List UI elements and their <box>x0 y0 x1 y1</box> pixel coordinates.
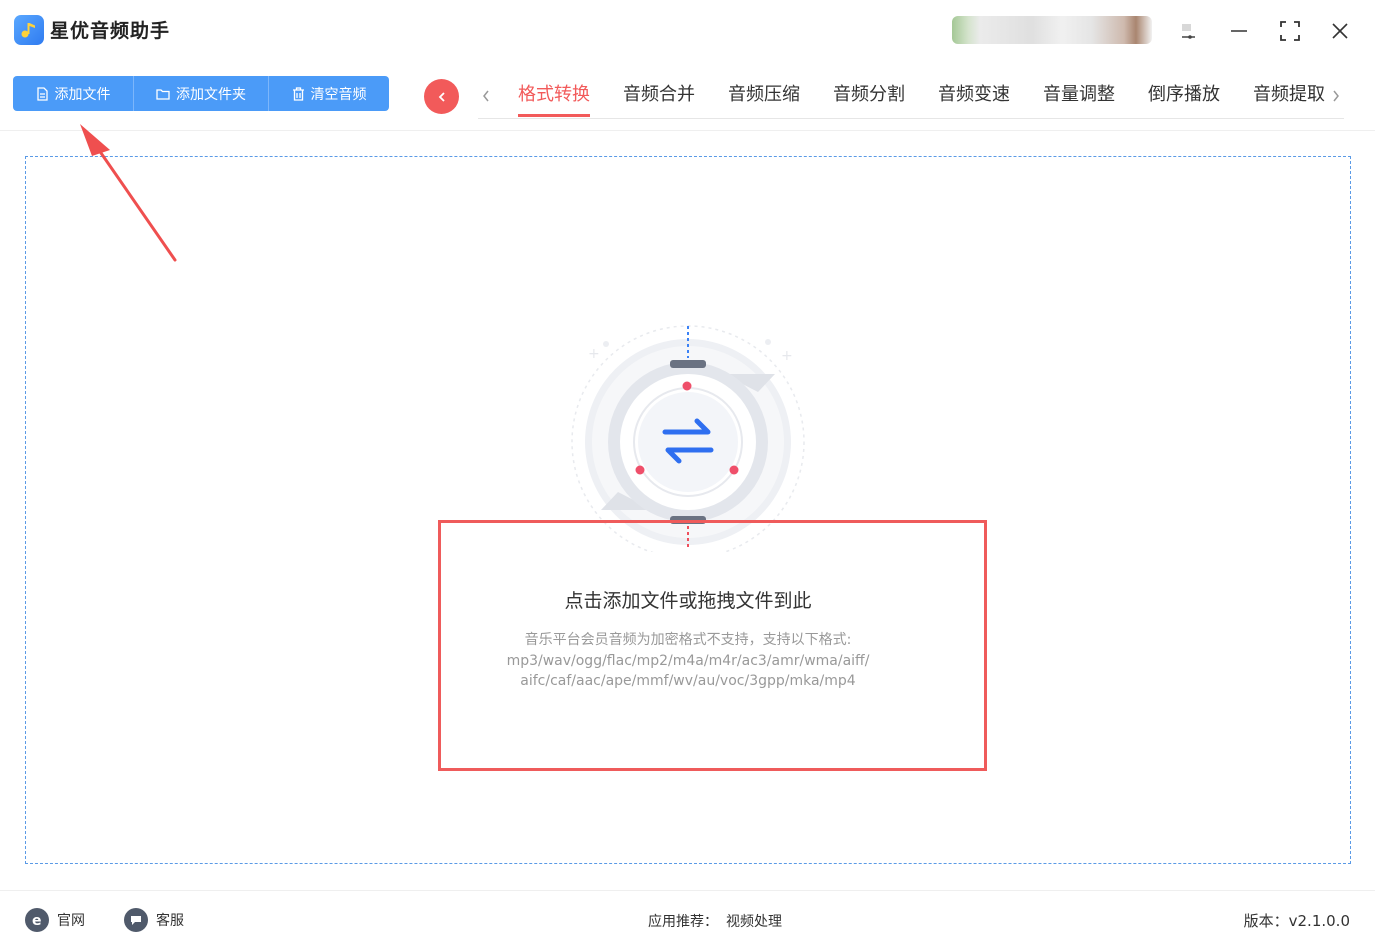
maximize-button[interactable] <box>1273 14 1307 48</box>
add-folder-label: 添加文件夹 <box>176 86 246 103</box>
tab-audio-speed[interactable]: 音频变速 <box>920 80 1025 118</box>
toolbar-divider <box>0 130 1375 131</box>
chat-bubble-icon <box>124 908 148 932</box>
official-website-label: 官网 <box>57 913 85 929</box>
tabs-divider <box>478 118 1344 119</box>
add-folder-button[interactable]: 添加文件夹 <box>133 76 268 111</box>
convert-illustration: + + <box>568 322 808 559</box>
add-file-label: 添加文件 <box>54 86 111 103</box>
tab-volume-adjust[interactable]: 音量调整 <box>1025 80 1130 118</box>
supported-formats-text: 音乐平台会员音频为加密格式不支持，支持以下格式: mp3/wav/ogg/fla… <box>438 630 938 692</box>
app-recommendation: 应用推荐： 视频处理 <box>648 911 782 931</box>
clear-audio-button[interactable]: 清空音频 <box>268 76 389 111</box>
svg-text:+: + <box>588 346 600 362</box>
dropzone-title: 点击添加文件或拖拽文件到此 <box>564 590 812 612</box>
folder-icon <box>156 88 170 100</box>
tab-format-convert[interactable]: 格式转换 <box>500 80 605 118</box>
tab-audio-merge[interactable]: 音频合并 <box>605 80 710 118</box>
supported-formats-line: aifc/caf/aac/ape/mmf/wv/au/voc/3gpp/mka/… <box>520 673 856 689</box>
settings-menu-icon[interactable] <box>1171 14 1205 48</box>
add-file-button[interactable]: 添加文件 <box>13 76 133 111</box>
recommend-label: 应用推荐： <box>648 914 718 930</box>
close-button[interactable] <box>1323 14 1357 48</box>
svg-text:e: e <box>32 913 42 928</box>
file-icon <box>36 86 48 101</box>
customer-service-label: 客服 <box>156 913 184 929</box>
app-title: 星优音频助手 <box>50 20 171 42</box>
feature-tabs: 格式转换 音频合并 音频压缩 音频分割 音频变速 音量调整 倒序播放 音频提取 <box>500 80 1340 120</box>
version-text: 版本：v2.1.0.0 <box>1243 912 1350 930</box>
tab-reverse-play[interactable]: 倒序播放 <box>1130 80 1235 118</box>
trash-icon <box>292 86 304 101</box>
tabs-scroll-right-button[interactable] <box>1326 84 1346 108</box>
tab-audio-compress[interactable]: 音频压缩 <box>710 80 815 118</box>
customer-service-link[interactable]: 客服 <box>124 908 184 932</box>
supported-formats-line: mp3/wav/ogg/flac/mp2/m4a/m4r/ac3/amr/wma… <box>506 652 870 669</box>
ie-browser-icon: e <box>25 908 49 932</box>
tab-audio-extract[interactable]: 音频提取 <box>1235 80 1340 118</box>
official-website-link[interactable]: e 官网 <box>25 908 85 932</box>
video-processing-link[interactable]: 视频处理 <box>726 914 782 930</box>
back-button[interactable] <box>424 79 459 114</box>
title-bar: 星优音频助手 <box>0 0 1375 60</box>
tab-audio-split[interactable]: 音频分割 <box>815 80 920 118</box>
supported-formats-line: 音乐平台会员音频为加密格式不支持，支持以下格式: <box>524 632 852 648</box>
status-footer: e 官网 客服 应用推荐： 视频处理 版本：v2.1.0.0 <box>0 890 1375 950</box>
minimize-button[interactable] <box>1222 14 1256 48</box>
tabs-scroll-left-button[interactable] <box>476 84 496 108</box>
user-account-avatar[interactable] <box>952 16 1152 44</box>
svg-text:+: + <box>781 348 793 364</box>
clear-audio-label: 清空音频 <box>310 86 367 103</box>
annotation-arrow <box>80 124 177 262</box>
chevron-left-icon <box>438 91 445 102</box>
app-logo-icon <box>14 15 44 45</box>
file-button-group: 添加文件 添加文件夹 清空音频 <box>13 76 389 111</box>
